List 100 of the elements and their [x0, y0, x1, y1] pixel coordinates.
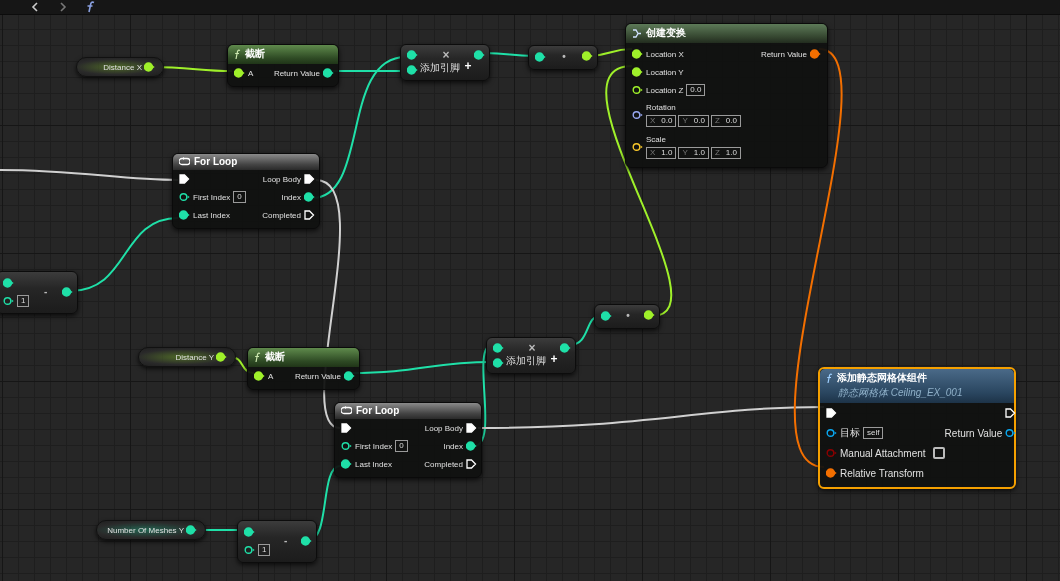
loop-icon [179, 157, 190, 166]
blueprint-node[interactable]: 创建变换 Location X Location Y Location Z 0.0 Rotation X 0.0 Y 0.0 Z 0.0 Scale X 1.0 Y 1.0 Z 1.0 Return Value [625, 23, 828, 168]
data-pin-icon[interactable] [186, 525, 197, 535]
operator-symbol: - [284, 536, 288, 546]
data-pin-icon[interactable] [407, 64, 418, 75]
add-pin-button[interactable]: 添加引脚 + [506, 354, 558, 368]
pin-label: Return Value [294, 371, 341, 381]
pin-label: Loop Body [424, 423, 463, 433]
exec-pin-icon[interactable] [1005, 408, 1017, 418]
exec-pin-icon[interactable] [304, 174, 315, 184]
node-subtitle: 静态网格体 Ceiling_EX_001 [837, 386, 964, 400]
value-field[interactable]: Z 1.0 [710, 147, 741, 159]
data-pin-icon[interactable] [826, 468, 837, 478]
exec-pin-icon[interactable] [466, 459, 477, 469]
value-field[interactable]: Z 0.0 [710, 115, 741, 127]
data-pin-icon[interactable] [301, 536, 312, 546]
exec-pin-icon[interactable] [179, 174, 190, 184]
data-pin-icon[interactable] [1005, 428, 1017, 438]
operator-symbol: • [562, 52, 566, 62]
value-field[interactable]: 1 [258, 544, 271, 556]
data-pin-icon[interactable] [3, 278, 14, 288]
node-title: 截断 [245, 47, 265, 61]
data-pin-icon[interactable] [493, 357, 504, 368]
loop-icon [341, 406, 352, 415]
pin-label: First Index [355, 441, 393, 451]
value-field[interactable]: 1 [17, 295, 30, 307]
data-pin-icon[interactable] [244, 527, 255, 537]
pin-label: Last Index [355, 459, 392, 469]
operator-node[interactable]: 1 - [237, 520, 317, 563]
pin-label: Index [281, 192, 301, 202]
data-pin-icon[interactable] [179, 210, 190, 220]
data-pin-icon[interactable] [323, 68, 334, 78]
value-field[interactable]: X 1.0 [646, 147, 677, 159]
operator-symbol: × [442, 49, 450, 61]
data-pin-icon[interactable] [601, 311, 612, 321]
exec-pin-icon[interactable] [826, 408, 837, 418]
pin-label: Rotation [646, 103, 677, 112]
value-field[interactable]: Y 1.0 [678, 147, 709, 159]
variable-name: Number Of Meshes Y [107, 525, 184, 535]
pin-label: Relative Transform [840, 467, 924, 479]
data-pin-icon[interactable] [341, 441, 352, 451]
blueprint-node[interactable]: For Loop First Index 0 Last Index Loop Body Index Completed [172, 153, 320, 229]
pin-label: Return Value [944, 427, 1003, 439]
data-pin-icon[interactable] [826, 428, 837, 438]
operator-node[interactable]: • [594, 304, 660, 329]
operator-symbol: × [528, 342, 536, 354]
value-field[interactable]: Y 0.0 [678, 115, 709, 127]
operator-node[interactable]: 1 - [0, 271, 78, 314]
checkbox[interactable] [932, 447, 945, 459]
data-pin-icon[interactable] [632, 110, 643, 120]
function-icon [86, 1, 95, 13]
pin-label: 目标 [840, 426, 860, 440]
operator-node[interactable]: • [528, 45, 598, 70]
pin-label: Location Z [646, 85, 684, 95]
pin-label: A [268, 371, 274, 381]
exec-pin-icon[interactable] [466, 423, 477, 433]
blueprint-node[interactable]: For Loop First Index 0 Last Index Loop Body Index Completed [334, 402, 482, 478]
add-pin-button[interactable]: 添加引脚 + [420, 61, 472, 75]
exec-pin-icon[interactable] [341, 423, 352, 433]
pin-label: Return Value [273, 68, 320, 78]
function-icon [234, 48, 241, 60]
data-pin-icon[interactable] [341, 459, 352, 469]
data-pin-icon[interactable] [560, 342, 571, 353]
blueprint-node[interactable]: 截断 A Return Value [227, 44, 339, 87]
blueprint-node[interactable]: 截断 A Return Value [247, 347, 360, 390]
data-pin-icon[interactable] [474, 49, 485, 60]
pin-label: First Index [193, 192, 231, 202]
operator-symbol: - [44, 287, 48, 297]
data-pin-icon[interactable] [535, 52, 546, 62]
data-pin-icon[interactable] [407, 49, 418, 60]
data-pin-icon[interactable] [810, 49, 821, 59]
blueprint-node[interactable]: 添加静态网格体组件 静态网格体 Ceiling_EX_001 目标 self Manual Attachment Relative Transform Return Value [818, 367, 1016, 489]
data-pin-icon[interactable] [632, 85, 643, 95]
data-pin-icon[interactable] [493, 342, 504, 353]
data-pin-icon[interactable] [179, 192, 190, 202]
data-pin-icon[interactable] [304, 192, 315, 202]
pin-label: Index [443, 441, 463, 451]
variable-node[interactable]: Distance X [76, 57, 164, 77]
variable-name: Distance Y [175, 352, 214, 362]
function-icon [254, 351, 261, 363]
data-pin-icon[interactable] [244, 545, 255, 555]
value-field[interactable]: self [863, 427, 884, 439]
exec-pin-icon[interactable] [304, 210, 315, 220]
data-pin-icon[interactable] [344, 371, 355, 381]
value-field[interactable]: 0 [395, 440, 408, 452]
pin-label: Scale [646, 135, 667, 144]
data-pin-icon[interactable] [3, 296, 14, 306]
value-field[interactable]: 0 [233, 191, 246, 203]
data-pin-icon[interactable] [62, 287, 73, 297]
variable-node[interactable]: Number Of Meshes Y [96, 520, 206, 540]
node-title: 创建变换 [646, 26, 686, 40]
function-icon [826, 372, 833, 384]
value-field[interactable]: 0.0 [686, 84, 706, 96]
data-pin-icon[interactable] [632, 142, 643, 152]
pin-label: A [248, 68, 254, 78]
variable-name: Distance X [103, 62, 142, 72]
value-field[interactable]: X 0.0 [646, 115, 677, 127]
data-pin-icon[interactable] [466, 441, 477, 451]
pin-label: Location Y [646, 67, 684, 77]
variable-node[interactable]: Distance Y [138, 347, 236, 367]
